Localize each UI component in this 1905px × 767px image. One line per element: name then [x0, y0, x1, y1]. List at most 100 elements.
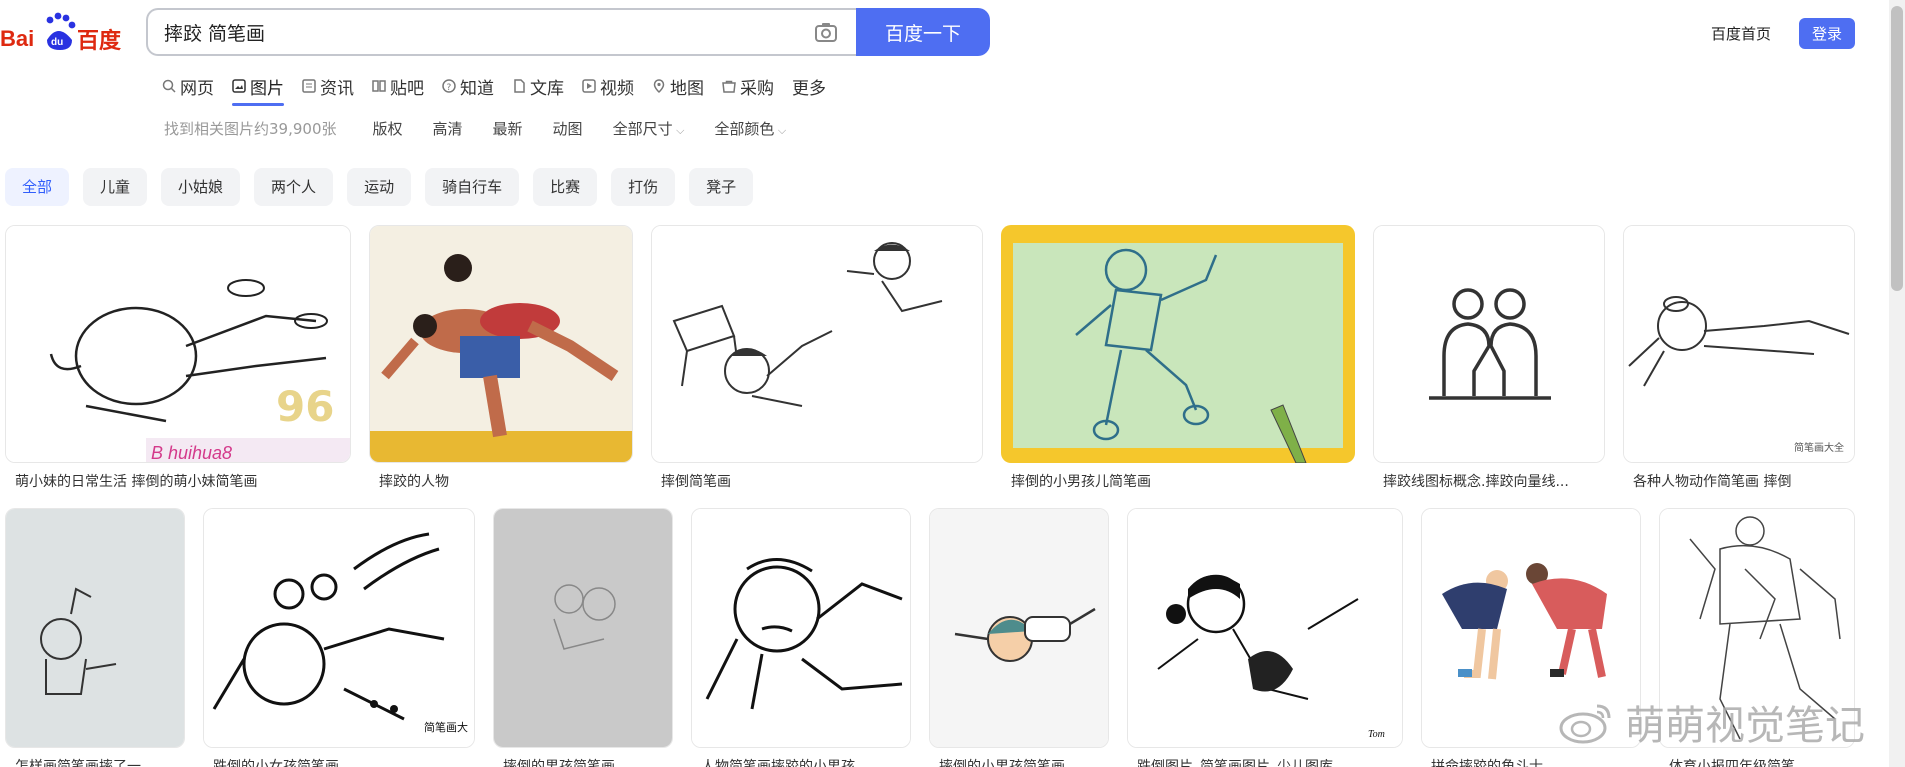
tab-images[interactable]: 图片: [232, 70, 284, 106]
news-icon: [302, 79, 316, 93]
image-result[interactable]: 摔倒的小男孩儿简笔画: [1001, 225, 1355, 491]
chip-children[interactable]: 儿童: [83, 168, 148, 206]
filter-color-dropdown[interactable]: 全部颜色: [714, 118, 786, 139]
watermark-text: 简笔画大全: [1794, 441, 1844, 454]
tab-label: 网页: [180, 78, 214, 99]
scrollbar-thumb[interactable]: [1891, 6, 1903, 291]
result-caption: 萌小妹的日常生活 摔倒的萌小妹简笔画: [15, 474, 258, 490]
result-caption: 摔倒的小男孩简笔画: [939, 759, 1065, 767]
chip-two-people[interactable]: 两个人: [254, 168, 334, 206]
image-result[interactable]: 96 B huihua8 萌小妹的日常生活 摔倒的萌小妹简笔画: [5, 225, 351, 491]
image-icon: [232, 79, 246, 93]
result-caption: 拼命摔跤的角斗士...: [1431, 759, 1557, 767]
baidu-logo[interactable]: Bai du 百度: [0, 10, 125, 54]
tab-more[interactable]: 更多: [792, 70, 826, 102]
top-right-nav: 百度首页 登录: [1711, 18, 1855, 49]
result-caption: 摔倒简笔画: [661, 474, 731, 490]
tieba-icon: [372, 80, 386, 92]
baidu-home-link[interactable]: 百度首页: [1711, 23, 1771, 44]
result-caption: 摔倒的小男孩儿简笔画: [1011, 474, 1151, 490]
tab-zhidao[interactable]: ? 知道: [442, 70, 494, 102]
doc-icon: [514, 79, 525, 93]
result-thumbnail: [1001, 225, 1355, 463]
image-result[interactable]: 摔跤线图标概念.摔跤向量线...: [1373, 225, 1605, 491]
svg-text:Bai: Bai: [0, 26, 34, 51]
image-result[interactable]: 摔倒的小男孩简笔画: [929, 508, 1109, 767]
chip-injury[interactable]: 打伤: [611, 168, 676, 206]
tab-label: 更多: [792, 78, 826, 99]
search-button[interactable]: 百度一下: [856, 8, 990, 56]
filter-size-dropdown[interactable]: 全部尺寸: [613, 118, 685, 139]
tab-tieba[interactable]: 贴吧: [372, 70, 424, 102]
result-thumbnail: 96 B huihua8: [5, 225, 351, 463]
image-result[interactable]: Tom 跌倒图片_简笔画图片_少儿图库: [1127, 508, 1403, 767]
result-thumbnail: [5, 508, 185, 748]
result-thumbnail: [929, 508, 1109, 748]
image-result[interactable]: 简笔画大全 各种人物动作简笔画 摔倒: [1623, 225, 1855, 491]
search-box: [146, 8, 858, 56]
tab-label: 视频: [600, 78, 634, 99]
tag-chips: 全部 儿童 小姑娘 两个人 运动 骑自行车 比赛 打伤 凳子: [5, 168, 754, 206]
chip-stool[interactable]: 凳子: [689, 168, 754, 206]
result-caption: 摔跤线图标概念.摔跤向量线...: [1383, 474, 1569, 490]
tab-label: 资讯: [320, 78, 354, 99]
watermark-96: 96: [276, 382, 334, 431]
result-thumbnail: [369, 225, 633, 463]
login-button[interactable]: 登录: [1798, 18, 1855, 49]
result-thumbnail: 简笔画大全: [1623, 225, 1855, 463]
image-result[interactable]: 摔倒简笔画: [651, 225, 983, 491]
video-icon: [582, 79, 596, 93]
image-result[interactable]: 摔跤的人物: [369, 225, 633, 491]
tab-news[interactable]: 资讯: [302, 70, 354, 102]
result-thumbnail: 简笔画大: [203, 508, 475, 748]
filter-animated[interactable]: 动图: [553, 118, 583, 139]
svg-text:?: ?: [447, 83, 452, 93]
chip-cycling[interactable]: 骑自行车: [425, 168, 520, 206]
tab-wenku[interactable]: 文库: [512, 70, 564, 102]
svg-text:B huihua8: B huihua8: [151, 443, 232, 463]
chip-all[interactable]: 全部: [5, 168, 70, 206]
image-result[interactable]: 怎样画简笔画摔了一...: [5, 508, 185, 767]
result-caption: 跌倒图片_简笔画图片_少儿图库: [1137, 759, 1333, 767]
page-scrollbar[interactable]: [1889, 0, 1905, 767]
result-thumbnail: Tom: [1127, 508, 1403, 748]
image-row-1: 96 B huihua8 萌小妹的日常生活 摔倒的萌小妹简笔画 摔跤的人物 摔倒…: [5, 225, 1855, 491]
result-caption: 各种人物动作简笔画 摔倒: [1633, 474, 1792, 490]
image-result[interactable]: 摔倒的男孩简笔画: [493, 508, 673, 767]
tab-map[interactable]: 地图: [652, 70, 704, 102]
tab-label: 文库: [530, 78, 564, 99]
tab-web[interactable]: 网页: [162, 70, 214, 102]
watermark-text: 萌萌视觉笔记: [1625, 703, 1865, 749]
map-icon: [653, 79, 665, 93]
chip-match[interactable]: 比赛: [533, 168, 598, 206]
result-caption: 怎样画简笔画摔了一...: [15, 759, 155, 767]
tab-label: 图片: [250, 78, 284, 99]
filter-copyright[interactable]: 版权: [373, 118, 403, 139]
chip-sports[interactable]: 运动: [347, 168, 412, 206]
result-caption: 摔倒的男孩简笔画: [503, 759, 615, 767]
result-caption: 体育小报四年级简笔...: [1669, 759, 1809, 767]
filter-latest[interactable]: 最新: [493, 118, 523, 139]
tab-label: 贴吧: [390, 78, 424, 99]
image-result[interactable]: 简笔画大 跌倒的小女孩简笔画: [203, 508, 475, 767]
watermark: 萌萌视觉笔记: [1557, 693, 1865, 751]
tab-video[interactable]: 视频: [582, 70, 634, 102]
result-thumbnail: [493, 508, 673, 748]
image-result[interactable]: 人物简笔画摔跤的小男孩...: [691, 508, 911, 767]
search-icon: [162, 79, 176, 93]
watermark-text: 简笔画大: [424, 720, 468, 734]
search-input[interactable]: [148, 10, 788, 54]
chip-little-girl[interactable]: 小姑娘: [161, 168, 241, 206]
watermark-text: Tom: [1368, 729, 1385, 740]
tab-label: 采购: [740, 78, 774, 99]
filter-hd[interactable]: 高清: [433, 118, 463, 139]
result-thumbnail: [651, 225, 983, 463]
result-thumbnail: [1373, 225, 1605, 463]
result-caption: 跌倒的小女孩简笔画: [213, 759, 339, 767]
tab-shop[interactable]: 采购: [722, 70, 774, 102]
svg-text:du: du: [51, 37, 63, 48]
camera-icon[interactable]: [814, 21, 838, 43]
search-tabs: 网页 图片 资讯 贴吧 ? 知道 文库 视频 地图 采购 更多: [162, 70, 826, 106]
tab-label: 知道: [460, 78, 494, 99]
shop-icon: [722, 80, 736, 93]
